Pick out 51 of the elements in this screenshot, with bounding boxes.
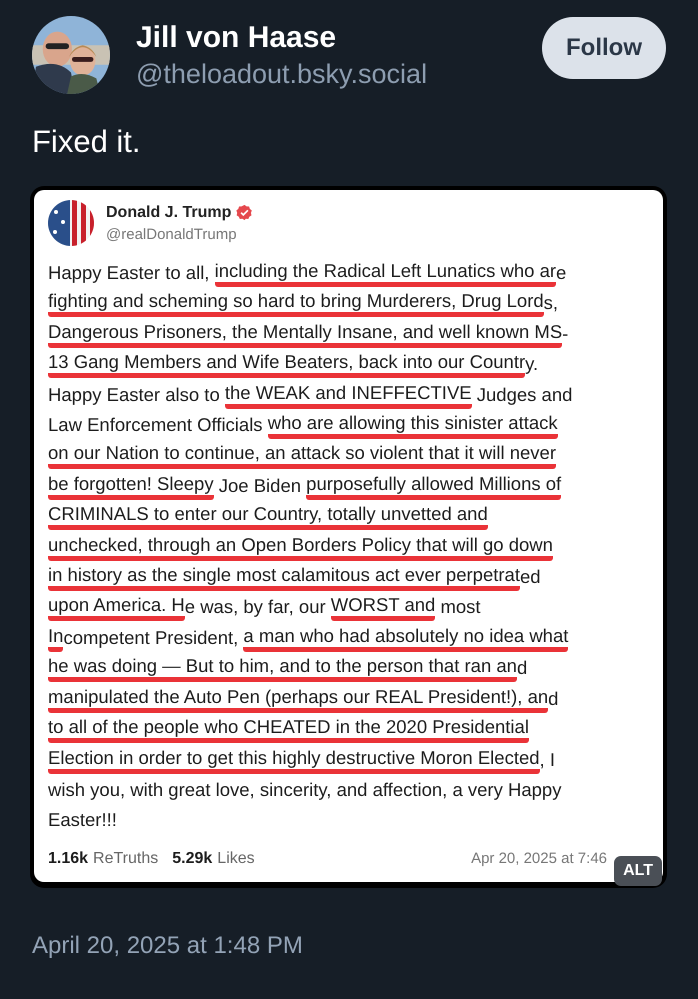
struck-text: he was doing — But to him, and to the person that ran an	[48, 655, 517, 682]
struck-text: be forgotten! Sleepy	[48, 472, 214, 500]
post-text: d	[548, 688, 558, 709]
post-text: competent President,	[63, 626, 240, 648]
struck-text: on our Nation to continue, an attack so violent that it will never	[48, 442, 556, 470]
post-text: wish you, with great love, sincerity, and affection, a very Happy	[48, 778, 562, 800]
post-text: y.	[525, 353, 538, 374]
post-text: Judges and	[476, 384, 572, 405]
struck-text: to all of the people who CHEATED in the 2020 Presidential	[48, 716, 529, 744]
post-date: Apr 20, 2025 at 7:46	[471, 850, 607, 868]
struck-text: a man who had absolutely no idea what	[243, 624, 568, 652]
post-text: e was, by far, our	[184, 596, 327, 618]
author-handle[interactable]: @theloadout.bsky.social	[136, 58, 516, 90]
author-handle[interactable]: @realDonaldTrump	[106, 226, 254, 242]
post-text: ed	[520, 566, 541, 588]
post-text: e	[556, 262, 566, 283]
struck-text: including the Radical Left Lunatics who ar	[214, 260, 556, 287]
struck-text: in history as the single most calamitous act ever perpetrat	[48, 564, 520, 592]
post-text: s,	[544, 292, 558, 314]
post-text: Easter!!!	[48, 809, 117, 830]
post-text: Law Enforcement Officials	[48, 414, 264, 436]
post-timestamp: April 20, 2025 at 1:48 PM	[32, 932, 304, 960]
post-text: Joe Biden	[218, 474, 302, 496]
struck-text: fighting and scheming so hard to bring Murderers, Drug Lord	[48, 290, 544, 318]
post-text: Happy Easter also to	[48, 384, 221, 405]
post-text: , I	[540, 748, 555, 770]
struck-text: who are allowing this sinister attack	[268, 412, 558, 440]
author-name[interactable]: Donald J. Trump	[106, 204, 232, 222]
stat-count: 5.29k	[172, 850, 212, 868]
stat-label: ReTruths	[93, 850, 158, 868]
post-text: Fixed it.	[32, 124, 142, 160]
struck-text: In	[48, 624, 64, 652]
post-text: d	[516, 657, 528, 678]
post-text: -	[562, 322, 568, 344]
struck-text: unchecked, through an Open Borders Policy that will go down	[48, 534, 553, 561]
follow-button[interactable]: Follow	[542, 17, 666, 79]
author-name[interactable]: Jill von Haase	[136, 20, 516, 54]
stat-count: 1.16k	[48, 850, 88, 868]
struck-text: upon America. H	[48, 594, 185, 622]
stat-label: Likes	[217, 850, 255, 868]
struck-text: purposefully allowed Millions of	[306, 472, 562, 500]
post-text: Happy Easter to all,	[48, 262, 210, 283]
struck-text: Dangerous Prisoners, the Mentally Insane, and well known MS	[48, 320, 562, 348]
struck-text: the WEAK and INEFFECTIVE	[224, 382, 472, 409]
post-text: most	[439, 596, 481, 618]
struck-text: WORST and	[330, 594, 436, 622]
struck-text: Election in order to get this highly destructive Moron Elected	[48, 746, 540, 774]
struck-text: CRIMINALS to enter our Country, totally unvetted and	[48, 503, 488, 530]
alt-badge[interactable]: ALT	[614, 856, 662, 886]
struck-text: manipulated the Auto Pen (perhaps our REAL President!), an	[48, 686, 548, 713]
struck-text: 13 Gang Members and Wife Beaters, back into our Countr	[48, 351, 526, 378]
